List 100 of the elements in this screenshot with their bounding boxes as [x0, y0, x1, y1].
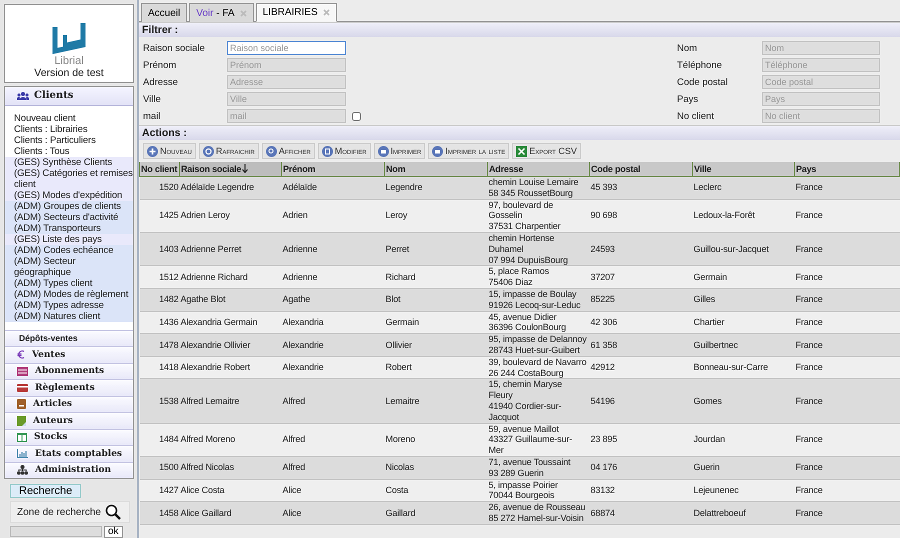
menu-section-label: Articles	[33, 399, 72, 410]
input-field[interactable]: Ville	[227, 92, 346, 106]
table-cell: 83132	[590, 479, 692, 502]
input-field[interactable]: Pays	[762, 92, 880, 106]
table-cell: 1482	[140, 288, 180, 312]
table-cell: France	[794, 232, 900, 266]
table-cell: 1484	[140, 423, 180, 456]
table-cell: Legendre	[384, 176, 488, 200]
menu-item[interactable]: (ADM) Secteurs d'activité	[5, 212, 133, 222]
menu-section[interactable]: Auteurs	[5, 412, 133, 428]
menu-section-label: Règlements	[35, 382, 95, 393]
checkbox[interactable]	[352, 112, 361, 120]
input-field[interactable]: Raison sociale	[227, 41, 346, 55]
field-label: Nom	[677, 42, 698, 54]
field-label: Téléphone	[677, 60, 723, 70]
table-cell: chemin Louise Lemaire 58 345 RoussetBourg	[488, 176, 590, 200]
table-cell: Alice	[282, 502, 384, 524]
calendar-icon	[17, 366, 28, 376]
tab[interactable]: LIBRAIRIES	[256, 3, 337, 22]
table-cell: Bonneau-sur-Carre	[692, 356, 794, 379]
version-label: Version de test	[34, 66, 104, 78]
table-cell: 1500	[140, 456, 180, 480]
search-field[interactable]	[10, 526, 102, 537]
input-field[interactable]: mail	[227, 109, 346, 123]
column-header[interactable]: Code postal	[590, 162, 692, 176]
table-cell: 1458	[140, 502, 180, 524]
menu-item[interactable]: (ADM) Codes echéance	[5, 244, 133, 256]
menu-item[interactable]: (ADM) Modes de règlement	[5, 288, 133, 300]
column-header[interactable]: No client	[140, 162, 180, 176]
column-header[interactable]: Prénom	[282, 162, 384, 176]
table-cell: 1403	[140, 232, 180, 266]
toolbar-button[interactable]: Modifier	[318, 143, 371, 159]
toolbar-button[interactable]: Imprimer la liste	[428, 143, 510, 159]
menu-item[interactable]: (GES) Synthèse Clients	[5, 156, 133, 168]
table-cell: 1418	[140, 356, 180, 379]
tab[interactable]: Voir - FA	[189, 3, 254, 22]
menu-item[interactable]: (ADM) Types adresse	[5, 300, 133, 310]
ok-button[interactable]: ok	[104, 526, 123, 538]
close-icon[interactable]	[322, 9, 330, 16]
menu-section[interactable]: Articles	[5, 396, 133, 412]
menu-header[interactable]: Clients	[5, 86, 133, 106]
menu-section[interactable]: Etats comptables	[5, 445, 133, 462]
table-cell: Germain	[692, 266, 794, 288]
menu-item[interactable]: (GES) Liste des pays	[5, 234, 133, 244]
table-cell: Ledoux-la-Forêt	[692, 199, 794, 232]
toolbar-button[interactable]: Export CSV	[512, 143, 581, 159]
search-zone-label: Zone de recherche	[17, 506, 101, 518]
table-cell: Alice Costa	[180, 479, 282, 502]
table-cell: Gomes	[692, 378, 794, 424]
input-field[interactable]: Adresse	[227, 75, 346, 89]
menu-section[interactable]: Administration	[5, 462, 133, 478]
table-cell: 1436	[140, 311, 180, 334]
tab[interactable]: Accueil	[141, 3, 188, 22]
input-field[interactable]: Code postal	[762, 75, 880, 89]
table-cell: 23 895	[590, 423, 692, 456]
table-cell: Chartier	[692, 311, 794, 334]
toolbar-button[interactable]: Imprimer	[374, 143, 426, 159]
menu-item[interactable]: (ADM) Types client	[5, 278, 133, 288]
table-cell: Adrienne	[282, 232, 384, 266]
close-icon[interactable]	[240, 10, 247, 16]
column-header[interactable]: Adresse	[488, 162, 590, 176]
menu-section[interactable]: Règlements	[5, 379, 133, 396]
menu-item[interactable]: (ADM) Groupes de clients	[5, 200, 133, 212]
menu-section[interactable]: Abonnements	[5, 362, 133, 379]
menu-item[interactable]: (GES) Modes d'expédition	[5, 190, 133, 200]
menu-item[interactable]: (ADM) Secteur géographique	[5, 256, 133, 278]
menu-section-label: Stocks	[34, 432, 68, 442]
table-cell: 1520	[140, 176, 180, 200]
menu-section[interactable]: Dépôts-ventes	[5, 330, 133, 346]
menu-item[interactable]: (GES) Catégories et remises client	[5, 168, 133, 190]
column-header[interactable]: Ville	[692, 162, 794, 176]
toolbar-button[interactable]: Nouveau	[143, 143, 196, 159]
toolbar-button[interactable]: Rafraichir	[198, 143, 259, 159]
table-cell: 68874	[590, 502, 692, 524]
search-tab[interactable]: Recherche	[10, 484, 82, 498]
column-header[interactable]: Raison sociale	[180, 162, 282, 176]
search-icon[interactable]	[104, 504, 121, 520]
table-cell: 1425	[140, 199, 180, 232]
table-cell: Agathe	[282, 288, 384, 312]
table-cell: France	[794, 311, 900, 334]
table-cell: Guerin	[692, 456, 794, 480]
table-cell: France	[794, 334, 900, 356]
input-field[interactable]: Nom	[762, 41, 880, 55]
table-cell: 45 393	[590, 176, 692, 200]
menu-section[interactable]: Ventes	[5, 346, 133, 362]
table-cell: Leroy	[384, 199, 488, 232]
logo-icon	[51, 20, 87, 54]
input-field[interactable]: No client	[762, 109, 880, 123]
menu-section[interactable]: Stocks	[5, 428, 133, 445]
toolbar-button[interactable]: Afficher	[262, 143, 315, 159]
input-field[interactable]: Téléphone	[762, 58, 880, 72]
column-header[interactable]: Pays	[794, 162, 900, 176]
table-cell: Alfred	[282, 423, 384, 456]
menu-item[interactable]: (ADM) Transporteurs	[5, 222, 133, 234]
field-label: Adresse	[143, 76, 179, 88]
column-header[interactable]: Nom	[384, 162, 488, 176]
table-cell: 54196	[590, 378, 692, 424]
menu-item[interactable]: (ADM) Natures client	[5, 310, 133, 322]
input-field[interactable]: Prénom	[227, 58, 346, 72]
menu-section-label: Abonnements	[35, 366, 104, 376]
